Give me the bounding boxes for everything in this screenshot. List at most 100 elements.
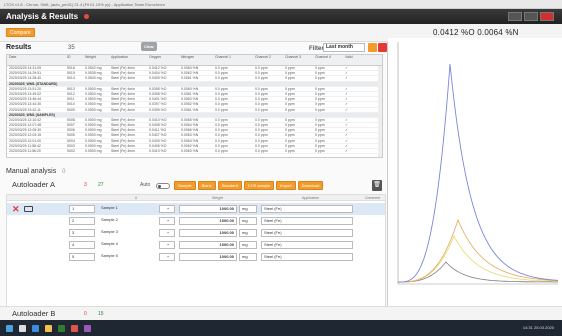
app-icon[interactable] xyxy=(84,324,91,332)
table-cell: 0 ppm xyxy=(315,102,325,107)
sample-row[interactable]: 3 Sample 3 +1000.00 mg Steel (Fe) xyxy=(7,227,385,239)
weight-input[interactable]: 1000.00 xyxy=(179,229,237,237)
column-header[interactable]: Date xyxy=(7,55,65,65)
application-select[interactable]: Steel (Fe) xyxy=(261,241,353,249)
position-select[interactable]: 4 xyxy=(69,241,95,249)
compare-button[interactable]: Compare xyxy=(6,28,35,37)
column-header[interactable]: Channel 4 xyxy=(313,55,343,65)
sample-name[interactable]: Sample 5 xyxy=(99,253,155,261)
table-cell: ✓ xyxy=(345,133,348,138)
table-cell: Steel (Fe) 4min xyxy=(111,123,135,128)
autoloader-action-button[interactable]: Standard xyxy=(217,181,242,190)
app-icon[interactable] xyxy=(71,324,78,332)
os-window-title: LTCS v1.8 - Chrom, Shift, (auto_pm31) 21… xyxy=(0,0,562,9)
unit-select[interactable]: mg xyxy=(239,229,257,237)
weigh-button[interactable]: + xyxy=(159,217,175,225)
table-cell: 2020/03/25 14:28:40 xyxy=(9,76,42,81)
unit-select[interactable]: mg xyxy=(239,253,257,261)
auto-mode-toggle[interactable] xyxy=(156,183,170,189)
trash-icon[interactable]: 🗑 xyxy=(372,180,382,191)
autoloader-action-button[interactable]: CHS sample xyxy=(243,181,275,190)
autoloader-b-bar[interactable]: Autoloader B 0 15 xyxy=(0,306,562,320)
application-select[interactable]: Steel (Fe) xyxy=(261,253,353,261)
position-select[interactable]: 1 xyxy=(69,205,95,213)
peak-graph[interactable] xyxy=(388,38,562,306)
table-cell: 0.0540 mg xyxy=(85,76,102,81)
position-select[interactable]: 2 xyxy=(69,217,95,225)
column-header[interactable]: Valid xyxy=(343,55,373,65)
remove-icon[interactable]: ✕ xyxy=(12,204,20,214)
sample-row[interactable]: 2 Sample 2 +1000.00 mg Steel (Fe) xyxy=(7,215,385,227)
table-cell: 0.0404 %O xyxy=(149,71,167,76)
minimize-button[interactable] xyxy=(508,12,522,21)
close-button[interactable] xyxy=(540,12,554,21)
autoloader-action-button[interactable]: Sample xyxy=(174,181,196,190)
start-icon[interactable] xyxy=(6,324,13,332)
sample-row[interactable]: 4 Sample 4 +1000.00 mg Steel (Fe) xyxy=(7,239,385,251)
table-cell: 0.0 ppm xyxy=(255,133,268,138)
clear-button[interactable]: Clear xyxy=(141,42,157,51)
weigh-button[interactable]: + xyxy=(159,205,175,213)
application-select[interactable]: Steel (Fe) xyxy=(261,229,353,237)
graph-curve-orange xyxy=(398,218,559,283)
sample-name[interactable]: Sample 1 xyxy=(99,205,155,213)
weigh-button[interactable]: + xyxy=(159,229,175,237)
autoloader-action-button[interactable]: Blank xyxy=(197,181,216,190)
table-cell xyxy=(179,113,213,117)
table-cell xyxy=(109,113,147,117)
folder-icon[interactable] xyxy=(45,324,52,332)
application-select[interactable]: Steel (Fe) xyxy=(261,217,353,225)
app-icon[interactable] xyxy=(58,324,65,332)
unit-select[interactable]: mg xyxy=(239,205,257,213)
unit-select[interactable]: mg xyxy=(239,217,257,225)
column-header[interactable]: Channel 3 xyxy=(283,55,313,65)
column-header[interactable]: ID xyxy=(65,55,83,65)
search-icon[interactable] xyxy=(19,324,26,332)
table-cell xyxy=(179,82,213,86)
column-header[interactable]: Oxygen xyxy=(147,55,179,65)
results-title: Results xyxy=(6,44,32,51)
maximize-button[interactable] xyxy=(524,12,538,21)
filter-apply-button[interactable] xyxy=(368,43,377,52)
results-scrollbar[interactable] xyxy=(378,66,382,157)
column-header[interactable]: Weight xyxy=(83,55,109,65)
grid-header-pos: # xyxy=(135,196,137,200)
table-cell: Steel (Fe) 4min xyxy=(111,86,135,91)
position-select[interactable]: 5 xyxy=(69,253,95,261)
autoloader-action-button[interactable]: Download xyxy=(297,181,324,190)
column-header[interactable]: Channel 1 xyxy=(213,55,253,65)
sample-row[interactable]: 5 Sample 5 +1000.00 mg Steel (Fe) xyxy=(7,251,385,263)
weigh-button[interactable]: + xyxy=(159,241,175,249)
sample-row[interactable]: ✕ 1 Sample 1 +1000.00 mg Steel (Fe) xyxy=(7,203,385,215)
weigh-button[interactable]: + xyxy=(159,253,175,261)
auto-mode-label: Auto xyxy=(140,182,151,188)
unit-select[interactable]: mg xyxy=(239,241,257,249)
weight-input[interactable]: 1000.00 xyxy=(179,205,237,213)
table-cell: Steel (Fe) 4min xyxy=(111,133,135,138)
table-cell: 0 ppm xyxy=(315,107,325,112)
filter-select[interactable]: Last month xyxy=(323,43,365,52)
column-header[interactable]: Application xyxy=(109,55,147,65)
browser-icon[interactable] xyxy=(32,324,39,332)
table-cell: 2020/03/25 11:58:42 xyxy=(9,143,41,148)
autoloader-action-button[interactable]: Import xyxy=(276,181,296,190)
sample-name[interactable]: Sample 4 xyxy=(99,241,155,249)
autoloader-b-red-count: 0 xyxy=(84,311,87,317)
weight-input[interactable]: 1000.00 xyxy=(179,241,237,249)
table-cell: 0.0 ppm xyxy=(255,117,268,122)
table-cell: 2020/03/25 13:51:20 xyxy=(9,86,42,91)
table-cell: 5016 xyxy=(67,66,75,70)
filter-clear-button[interactable] xyxy=(378,43,387,52)
table-cell: 0.0 ppm xyxy=(215,123,228,128)
table-cell: 0.0064 %N xyxy=(181,66,199,70)
weight-input[interactable]: 1000.00 xyxy=(179,217,237,225)
table-row[interactable]: 2020/03/25 11:56:20 5002 0.0500 mg Steel (F… xyxy=(7,149,382,155)
position-select[interactable]: 3 xyxy=(69,229,95,237)
column-header[interactable]: Nitrogen xyxy=(179,55,213,65)
weight-input[interactable]: 1000.00 xyxy=(179,253,237,261)
column-header[interactable]: Channel 2 xyxy=(253,55,283,65)
application-select[interactable]: Steel (Fe) xyxy=(261,205,353,213)
manual-analysis[interactable]: Manual analysis 0 xyxy=(6,168,66,175)
sample-name[interactable]: Sample 3 xyxy=(99,229,155,237)
sample-name[interactable]: Sample 2 xyxy=(99,217,155,225)
